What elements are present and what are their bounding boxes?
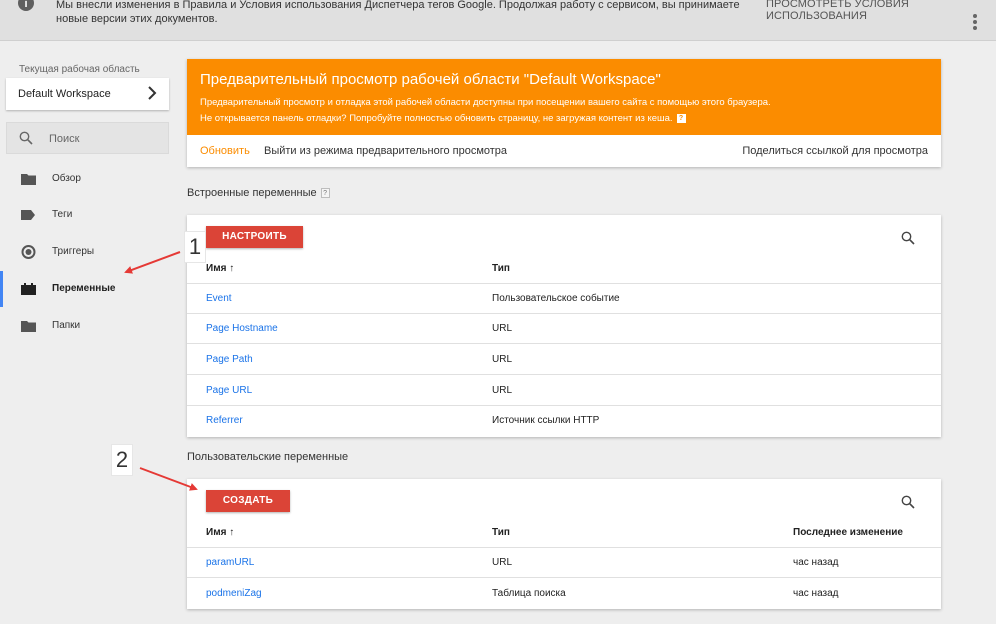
table-row: paramURL URL час назад bbox=[187, 548, 941, 578]
table-header: Имя ↑ Тип Последнее изменение bbox=[187, 518, 941, 548]
variable-type: Пользовательское событие bbox=[492, 293, 620, 304]
create-button[interactable]: СОЗДАТЬ bbox=[206, 490, 290, 512]
folder-icon bbox=[21, 174, 36, 185]
last-modified: час назад bbox=[793, 588, 839, 599]
workspace-name: Default Workspace bbox=[18, 88, 111, 100]
variable-name-link[interactable]: paramURL bbox=[206, 557, 254, 568]
sidebar-item-triggers[interactable]: Триггеры bbox=[0, 234, 175, 270]
custom-variables-card: СОЗДАТЬ Имя ↑ Тип Последнее изменение pa… bbox=[187, 479, 941, 609]
table-row: podmeniZag Таблица поиска час назад bbox=[187, 579, 941, 609]
sidebar-search[interactable]: Поиск bbox=[6, 122, 169, 154]
variable-name-link[interactable]: Referrer bbox=[206, 415, 243, 426]
table-row: Page URL URL bbox=[187, 376, 941, 406]
sidebar-item-label: Переменные bbox=[52, 283, 116, 294]
sidebar-item-variables[interactable]: Переменные bbox=[0, 271, 175, 307]
preview-debug-hint: Не открывается панель отладки? Попробуйт… bbox=[200, 113, 686, 124]
search-icon[interactable] bbox=[901, 495, 915, 509]
share-preview-link[interactable]: Поделиться ссылкой для просмотра bbox=[742, 145, 928, 157]
variable-type: Источник ссылки HTTP bbox=[492, 415, 600, 426]
search-icon bbox=[19, 131, 33, 145]
folder-icon bbox=[21, 321, 36, 332]
table-row: Event Пользовательское событие bbox=[187, 284, 941, 314]
trigger-icon bbox=[21, 245, 36, 259]
view-terms-link[interactable]: ПРОСМОТРЕТЬ УСЛОВИЯ ИСПОЛЬЗОВАНИЯ bbox=[766, 0, 996, 22]
preview-description: Предварительный просмотр и отладка этой … bbox=[200, 97, 771, 108]
sidebar-item-label: Папки bbox=[52, 320, 81, 331]
search-icon[interactable] bbox=[901, 231, 915, 245]
annotation-number-2: 2 bbox=[111, 444, 133, 476]
search-placeholder: Поиск bbox=[49, 133, 80, 145]
table-header: Имя ↑ Тип bbox=[187, 254, 941, 284]
exit-preview-link[interactable]: Выйти из режима предварительного просмот… bbox=[264, 145, 507, 157]
variable-type: Таблица поиска bbox=[492, 588, 566, 599]
tag-icon bbox=[21, 210, 35, 220]
annotation-number-1: 1 bbox=[184, 231, 206, 263]
variable-type: URL bbox=[492, 385, 513, 396]
terms-notice-message: Мы внесли изменения в Правила и Условия … bbox=[56, 0, 740, 25]
sidebar-item-label: Обзор bbox=[52, 173, 81, 184]
column-header-type[interactable]: Тип bbox=[492, 263, 510, 274]
builtin-variables-card: НАСТРОИТЬ Имя ↑ Тип Event Пользовательск… bbox=[187, 215, 941, 437]
workspace-selector[interactable]: Default Workspace bbox=[6, 78, 169, 110]
help-icon[interactable]: ? bbox=[320, 188, 330, 199]
column-header-modified[interactable]: Последнее изменение bbox=[793, 527, 903, 538]
variable-type: URL bbox=[492, 323, 513, 334]
column-header-name[interactable]: Имя ↑ bbox=[206, 263, 234, 274]
builtin-variables-title: Встроенные переменные? bbox=[187, 187, 330, 199]
custom-variables-title: Пользовательские переменные bbox=[187, 451, 349, 463]
column-header-type[interactable]: Тип bbox=[492, 527, 510, 538]
variable-type: URL bbox=[492, 557, 513, 568]
table-row: Referrer Источник ссылки HTTP bbox=[187, 406, 941, 436]
variable-name-link[interactable]: Page Path bbox=[206, 354, 253, 365]
table-row: Page Hostname URL bbox=[187, 314, 941, 344]
info-icon: i bbox=[18, 0, 34, 11]
sidebar-item-folders[interactable]: Папки bbox=[0, 308, 175, 344]
sidebar-item-tags[interactable]: Теги bbox=[0, 197, 175, 233]
variable-name-link[interactable]: podmeniZag bbox=[206, 588, 262, 599]
chevron-right-icon bbox=[148, 86, 157, 100]
help-icon[interactable]: ? bbox=[676, 113, 686, 123]
last-modified: час назад bbox=[793, 557, 839, 568]
variables-icon bbox=[21, 283, 36, 295]
column-header-name[interactable]: Имя ↑ bbox=[206, 527, 234, 538]
preview-title: Предварительный просмотр рабочей области… bbox=[200, 71, 661, 88]
variable-name-link[interactable]: Event bbox=[206, 293, 232, 304]
configure-button[interactable]: НАСТРОИТЬ bbox=[206, 226, 303, 248]
terms-notice-bar: i Мы внесли изменения в Правила и Услови… bbox=[0, 0, 996, 41]
sidebar-item-label: Теги bbox=[52, 209, 73, 220]
table-row: Page Path URL bbox=[187, 345, 941, 375]
variable-name-link[interactable]: Page URL bbox=[206, 385, 252, 396]
preview-banner: Предварительный просмотр рабочей области… bbox=[187, 59, 941, 135]
preview-mode-card: Предварительный просмотр рабочей области… bbox=[187, 59, 941, 167]
workspace-label: Текущая рабочая область bbox=[19, 64, 140, 75]
more-vert-icon[interactable] bbox=[972, 14, 978, 32]
refresh-link[interactable]: Обновить bbox=[200, 145, 250, 157]
variable-type: URL bbox=[492, 354, 513, 365]
sidebar-item-overview[interactable]: Обзор bbox=[0, 161, 175, 197]
sidebar-item-label: Триггеры bbox=[52, 246, 95, 257]
variable-name-link[interactable]: Page Hostname bbox=[206, 323, 278, 334]
